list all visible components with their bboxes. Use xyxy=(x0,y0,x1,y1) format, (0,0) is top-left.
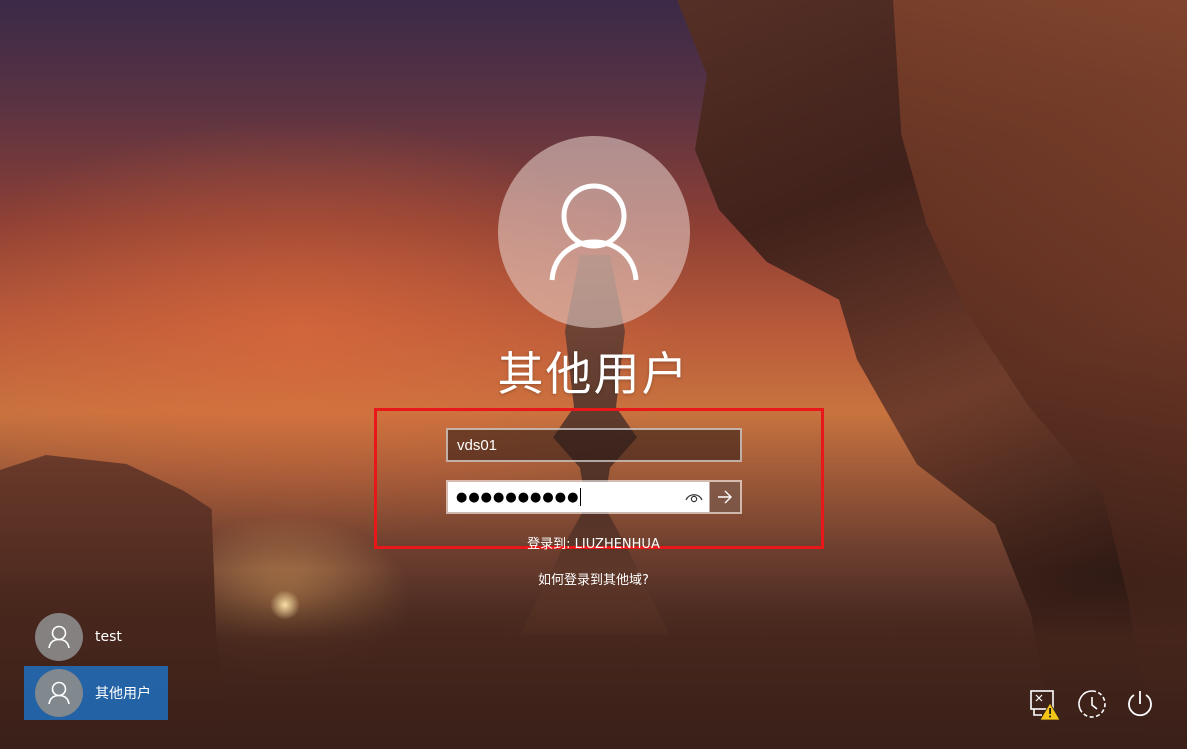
power-icon xyxy=(1128,691,1152,717)
power-button[interactable] xyxy=(1122,686,1158,722)
user-icon xyxy=(48,681,70,705)
username-input[interactable]: vds01 xyxy=(446,428,742,462)
user-tile-test[interactable]: test xyxy=(24,610,168,664)
user-tile-label: test xyxy=(95,629,122,645)
eye-icon xyxy=(685,494,703,503)
user-icon xyxy=(549,183,639,281)
avatar xyxy=(35,669,83,717)
reveal-password-button[interactable] xyxy=(679,482,709,512)
ease-of-access-button[interactable] xyxy=(1074,686,1110,722)
ease-of-access-icon xyxy=(1078,690,1106,718)
user-icon xyxy=(48,625,70,649)
password-input[interactable]: ●●●●●●●●●● xyxy=(448,482,679,512)
network-button[interactable] xyxy=(1027,686,1063,722)
background-sun xyxy=(270,590,300,620)
user-avatar-large xyxy=(498,136,690,328)
text-caret xyxy=(580,488,582,506)
background-ground xyxy=(0,569,1187,749)
submit-button[interactable] xyxy=(709,482,740,512)
user-tile-other-user[interactable]: 其他用户 xyxy=(24,666,168,720)
user-tile-label: 其他用户 xyxy=(95,686,151,702)
account-display-name: 其他用户 xyxy=(497,347,690,401)
other-domain-link[interactable]: 如何登录到其他域? xyxy=(0,569,1187,588)
password-mask: ●●●●●●●●●● xyxy=(456,489,580,505)
password-group: ●●●●●●●●●● xyxy=(446,480,742,514)
avatar xyxy=(35,613,83,661)
network-warning-icon xyxy=(1030,690,1061,721)
arrow-right-icon xyxy=(718,490,732,504)
sign-in-domain-text: 登录到: LIUZHENHUA xyxy=(527,537,660,552)
